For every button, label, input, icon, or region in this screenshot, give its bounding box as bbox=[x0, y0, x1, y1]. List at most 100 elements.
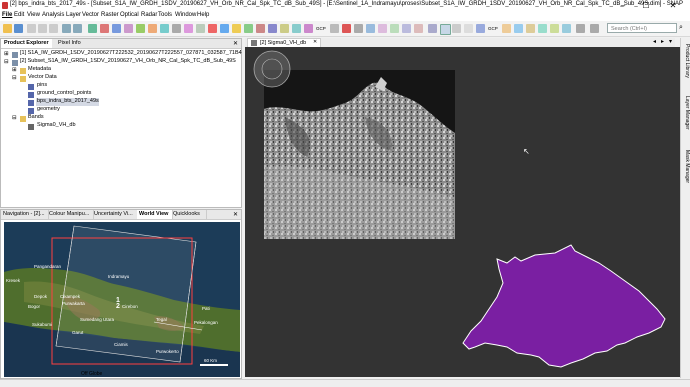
snap-icon[interactable] bbox=[330, 24, 339, 33]
menu-view[interactable]: View bbox=[27, 12, 40, 18]
tree-expander-icon[interactable]: ⊞ bbox=[12, 67, 17, 73]
tree-item-metadata[interactable]: Metadata bbox=[28, 66, 51, 72]
menu-tools[interactable]: Tools bbox=[158, 12, 172, 18]
tree-item-vector-data[interactable]: Vector Data bbox=[28, 74, 57, 80]
image-view-canvas[interactable]: ↖ bbox=[245, 47, 680, 377]
tree-item-bands[interactable]: Bands bbox=[28, 114, 44, 120]
tree-item-product-2[interactable]: [2] Subset_S1A_IW_GRDH_1SDV_20190627_VH_… bbox=[20, 58, 236, 64]
range-icon[interactable] bbox=[514, 24, 523, 33]
information-icon[interactable] bbox=[172, 24, 181, 33]
menu-analysis[interactable]: Analysis bbox=[42, 12, 64, 18]
terrain-icon[interactable] bbox=[268, 24, 277, 33]
menu-window[interactable]: Window bbox=[175, 12, 196, 18]
search-icon[interactable]: ⌕ bbox=[679, 24, 683, 32]
range-finder-icon[interactable] bbox=[354, 24, 363, 33]
maximize-button[interactable]: ☐ bbox=[637, 0, 655, 11]
menu-layer[interactable]: Layer bbox=[66, 12, 81, 18]
help-icon[interactable] bbox=[590, 24, 599, 33]
mask-area-icon[interactable] bbox=[184, 24, 193, 33]
tab-colour-manipulation[interactable]: Colour Manipu... bbox=[47, 210, 94, 219]
menu-help[interactable]: Help bbox=[197, 12, 209, 18]
tree-collapse-icon[interactable]: ⊟ bbox=[12, 115, 17, 121]
tree-collapse-icon[interactable]: ⊟ bbox=[12, 75, 17, 81]
view-dropdown-icon[interactable]: ▾ bbox=[669, 38, 672, 45]
pan-tool-icon[interactable] bbox=[440, 24, 451, 35]
scroll-right-icon[interactable]: ▸ bbox=[661, 38, 664, 45]
zoom-tool-icon[interactable] bbox=[428, 24, 437, 33]
undo-icon[interactable] bbox=[62, 24, 71, 33]
minimize-button[interactable]: – bbox=[614, 0, 632, 11]
pin-manager-icon[interactable] bbox=[208, 24, 217, 33]
globe-map bbox=[4, 222, 240, 377]
magic-wand-icon[interactable] bbox=[366, 24, 375, 33]
menu-raster[interactable]: Raster bbox=[101, 12, 119, 18]
graph-builder-icon[interactable] bbox=[220, 24, 229, 33]
select-tool-icon[interactable] bbox=[452, 24, 461, 33]
side-tab-product-library[interactable]: Product Library bbox=[684, 44, 690, 78]
crosshair-icon[interactable] bbox=[476, 24, 485, 33]
gcp-tool-label-2[interactable]: GCP bbox=[488, 26, 498, 31]
tree-item-product-1[interactable]: [1] S1A_IW_GRDH_1SDV_20190627T222532_201… bbox=[20, 50, 242, 56]
scatter-plot-icon[interactable] bbox=[112, 24, 121, 33]
overlay-icon[interactable] bbox=[562, 24, 571, 33]
search-input[interactable]: Search (Ctrl+I) bbox=[607, 23, 677, 33]
menu-radar[interactable]: Radar bbox=[141, 12, 157, 18]
measure-icon[interactable] bbox=[526, 24, 535, 33]
insar-icon[interactable] bbox=[256, 24, 265, 33]
side-tab-mask-manager[interactable]: Mask Manager bbox=[684, 150, 690, 183]
tab-navigation[interactable]: Navigation - [2]... bbox=[1, 210, 49, 219]
batch-processing-icon[interactable] bbox=[232, 24, 241, 33]
tree-item-bps-indra[interactable]: bps_indra_bts_2017_49s bbox=[37, 98, 99, 104]
calibration-icon[interactable] bbox=[280, 24, 289, 33]
tree-expander-icon[interactable]: ⊞ bbox=[4, 51, 9, 57]
wand-icon[interactable] bbox=[464, 24, 473, 33]
menu-edit[interactable]: Edit bbox=[14, 12, 24, 18]
tab-pixel-info[interactable]: Pixel Info bbox=[55, 39, 84, 48]
nav-panel-close-icon[interactable]: ✕ bbox=[233, 211, 238, 218]
draw-line-icon[interactable] bbox=[378, 24, 387, 33]
scroll-left-icon[interactable]: ◂ bbox=[653, 38, 656, 45]
world-map-icon[interactable] bbox=[196, 24, 205, 33]
orbit-icon[interactable] bbox=[304, 24, 313, 33]
menu-vector[interactable]: Vector bbox=[82, 12, 99, 18]
tree-item-pins[interactable]: pins bbox=[37, 82, 47, 88]
cut-icon[interactable] bbox=[27, 24, 36, 33]
save-icon[interactable] bbox=[14, 24, 23, 33]
statistics-icon[interactable] bbox=[124, 24, 133, 33]
world-view-globe[interactable]: Indramayu Pangandaran Kresek Cikampek Pu… bbox=[4, 222, 240, 377]
settings-icon[interactable] bbox=[576, 24, 585, 33]
time-series-icon[interactable] bbox=[160, 24, 169, 33]
menu-file[interactable]: File bbox=[2, 12, 12, 18]
copy-icon[interactable] bbox=[38, 24, 47, 33]
view-tab-close-icon[interactable]: ✕ bbox=[313, 39, 317, 45]
gcp-tool-label[interactable]: GCP bbox=[316, 26, 326, 31]
tree-item-geometry[interactable]: geometry bbox=[37, 106, 60, 112]
menu-optical[interactable]: Optical bbox=[120, 12, 139, 18]
draw-rectangle-icon[interactable] bbox=[402, 24, 411, 33]
tab-quicklooks[interactable]: Quicklooks bbox=[171, 210, 207, 219]
speckle-icon[interactable] bbox=[292, 24, 301, 33]
spectrum-icon[interactable] bbox=[148, 24, 157, 33]
draw-polyline-icon[interactable] bbox=[390, 24, 399, 33]
sync-cursor-icon[interactable] bbox=[550, 24, 559, 33]
tree-item-sigma0[interactable]: Sigma0_VH_db bbox=[37, 122, 76, 128]
band-maths-icon[interactable] bbox=[88, 24, 97, 33]
panel-close-icon[interactable]: ✕ bbox=[233, 40, 238, 47]
sync-views-icon[interactable] bbox=[538, 24, 547, 33]
tab-uncertainty[interactable]: Uncertainty Vi... bbox=[92, 210, 139, 219]
tab-product-explorer[interactable]: Product Explorer bbox=[1, 39, 52, 48]
tree-item-gcp[interactable]: ground_control_points bbox=[37, 90, 91, 96]
open-product-icon[interactable] bbox=[3, 24, 12, 33]
tab-world-view[interactable]: World View bbox=[137, 210, 173, 219]
histogram-icon[interactable] bbox=[100, 24, 109, 33]
tree-collapse-icon[interactable]: ⊟ bbox=[4, 59, 9, 65]
close-button[interactable]: ✕ bbox=[664, 0, 682, 11]
pin-icon[interactable] bbox=[342, 24, 351, 33]
side-tab-layer-manager[interactable]: Layer Manager bbox=[684, 96, 690, 130]
sar-icon[interactable] bbox=[244, 24, 253, 33]
paste-icon[interactable] bbox=[49, 24, 58, 33]
tie-point-icon[interactable] bbox=[502, 24, 511, 33]
profile-plot-icon[interactable] bbox=[136, 24, 145, 33]
redo-icon[interactable] bbox=[73, 24, 82, 33]
draw-polygon-icon[interactable] bbox=[414, 24, 423, 33]
